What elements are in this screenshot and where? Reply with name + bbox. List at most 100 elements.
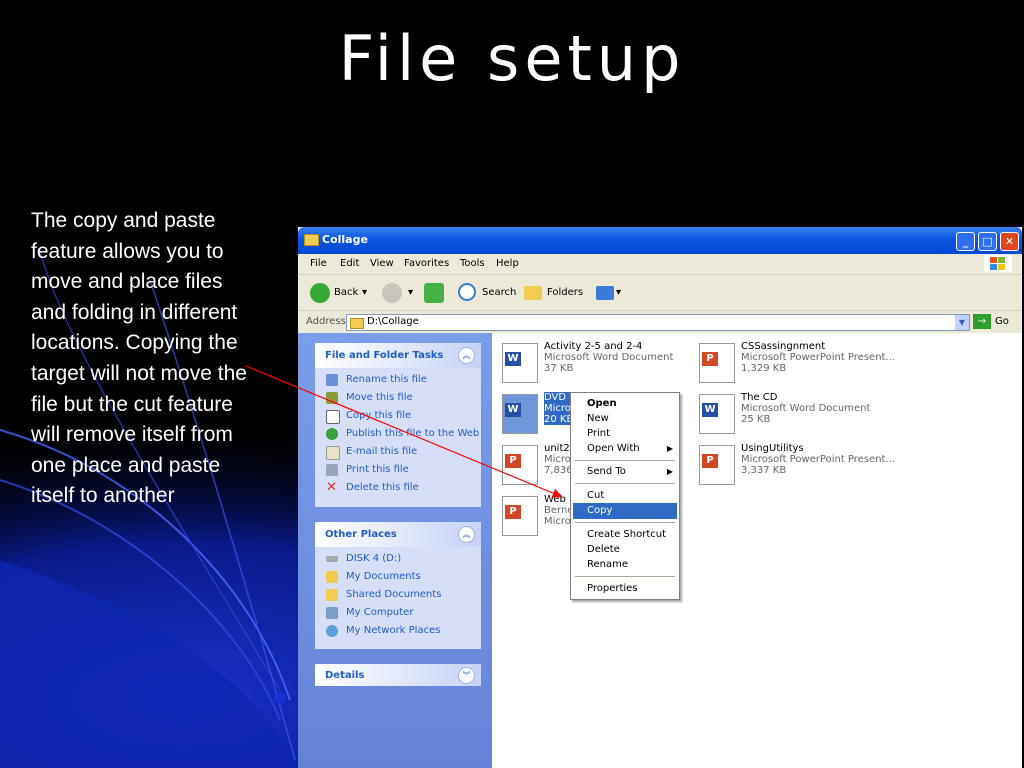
menu-help[interactable]: Help <box>496 258 519 269</box>
ctx-copy[interactable]: Copy <box>573 503 677 519</box>
panel-header[interactable]: File and Folder Tasks ︽ <box>315 343 481 368</box>
back-dropdown-icon[interactable]: ▾ <box>362 283 367 303</box>
context-menu: Open New Print Open With ▶ Send To ▶ Cut C… <box>570 392 680 600</box>
back-button[interactable]: Back <box>334 283 358 303</box>
file-item[interactable]: W The CD Microsoft Word Document 25 KB <box>699 392 889 438</box>
file-name: The CD <box>741 392 778 403</box>
panel-title: File and Folder Tasks <box>325 350 444 361</box>
views-dropdown-icon[interactable]: ▾ <box>616 283 621 303</box>
menu-separator <box>575 483 675 484</box>
ctx-cut[interactable]: Cut <box>573 488 677 504</box>
ctx-rename[interactable]: Rename <box>573 557 677 573</box>
collapse-icon[interactable]: ︽ <box>458 347 475 364</box>
file-item[interactable]: W Activity 2-5 and 2-4 Microsoft Word Do… <box>502 341 692 387</box>
window-title: Collage <box>322 233 368 246</box>
title-bar[interactable]: Collage _ □ ✕ <box>298 227 1022 254</box>
folder-icon <box>304 234 319 246</box>
menu-view[interactable]: View <box>370 258 394 269</box>
up-folder-icon[interactable] <box>424 283 444 303</box>
menu-favorites[interactable]: Favorites <box>404 258 449 269</box>
file-name: Web <box>544 494 566 505</box>
ctx-delete[interactable]: Delete <box>573 542 677 558</box>
ctx-create-shortcut[interactable]: Create Shortcut <box>573 527 677 543</box>
powerpoint-icon: P <box>502 445 538 485</box>
expand-icon[interactable]: ︾ <box>458 667 475 684</box>
menu-tools[interactable]: Tools <box>460 258 485 269</box>
panel-header[interactable]: Details ︾ <box>315 664 481 686</box>
menu-separator <box>575 522 675 523</box>
ctx-properties[interactable]: Properties <box>573 581 677 597</box>
powerpoint-icon: P <box>502 496 538 536</box>
menu-file[interactable]: File <box>310 258 327 269</box>
file-name: Activity 2-5 and 2-4 <box>544 341 643 352</box>
word-document-icon: W <box>699 394 735 434</box>
menu-separator <box>575 460 675 461</box>
explorer-window: Collage _ □ ✕ File Edit View Favorites T… <box>298 227 1022 768</box>
folders-icon[interactable] <box>524 286 542 300</box>
copy-icon <box>326 410 340 424</box>
file-name: DVD t <box>544 392 574 403</box>
file-type: Microsoft PowerPoint Present... <box>741 352 895 363</box>
file-type: Micro <box>544 403 571 414</box>
shared-folder-icon <box>326 589 338 601</box>
panel-title: Other Places <box>325 529 397 540</box>
address-field[interactable]: D:\Collage ▼ <box>346 314 970 331</box>
file-size: 3,337 KB <box>741 465 787 476</box>
file-item[interactable]: P CSSassingnment Microsoft PowerPoint Pr… <box>699 341 895 387</box>
forward-arrow-icon[interactable] <box>382 283 402 303</box>
details-panel: Details ︾ <box>315 664 481 686</box>
back-arrow-icon[interactable] <box>310 283 330 303</box>
rename-icon <box>326 374 338 386</box>
slide-title: File setup <box>338 22 686 95</box>
file-type: Microsoft Word Document <box>544 352 674 363</box>
minimize-button[interactable]: _ <box>956 232 975 251</box>
menu-edit[interactable]: Edit <box>340 258 359 269</box>
printer-icon <box>326 464 338 476</box>
folder-icon <box>350 318 364 329</box>
collapse-icon[interactable]: ︽ <box>458 526 475 543</box>
my-documents-icon <box>326 571 338 583</box>
submenu-arrow-icon: ▶ <box>666 444 673 453</box>
folders-button[interactable]: Folders <box>547 283 583 303</box>
address-label: Address <box>306 316 346 327</box>
panel-header[interactable]: Other Places ︽ <box>315 522 481 547</box>
go-button[interactable]: Go <box>995 316 1009 327</box>
toolbar: Back ▾ ▾ Search Folders ▾ <box>298 275 1022 311</box>
ctx-new[interactable]: New <box>573 411 677 427</box>
word-document-icon: W <box>502 394 538 434</box>
forward-dropdown-icon[interactable]: ▾ <box>408 283 413 303</box>
windows-logo-icon <box>984 255 1012 272</box>
word-document-icon: W <box>502 343 538 383</box>
delete-icon: ✕ <box>326 480 337 495</box>
computer-icon <box>326 607 338 619</box>
email-icon <box>326 446 340 460</box>
ctx-open-with[interactable]: Open With ▶ <box>573 441 677 457</box>
file-size: 25 KB <box>741 414 771 425</box>
powerpoint-icon: P <box>699 343 735 383</box>
search-button[interactable]: Search <box>482 283 516 303</box>
drive-icon <box>326 556 338 562</box>
close-button[interactable]: ✕ <box>1000 232 1019 251</box>
other-places-panel: Other Places ︽ DISK 4 (D:) My Documents … <box>315 522 481 649</box>
file-type: Microsoft Word Document <box>741 403 871 414</box>
powerpoint-icon: P <box>699 445 735 485</box>
go-arrow-icon[interactable]: → <box>973 314 991 329</box>
ctx-send-to[interactable]: Send To ▶ <box>573 464 677 480</box>
move-icon <box>326 392 338 404</box>
globe-icon <box>326 428 338 440</box>
ctx-open[interactable]: Open <box>573 396 677 412</box>
menu-bar: File Edit View Favorites Tools Help <box>298 254 1022 275</box>
file-folder-tasks-panel: File and Folder Tasks ︽ Rename this file… <box>315 343 481 507</box>
search-icon[interactable] <box>458 283 476 301</box>
submenu-arrow-icon: ▶ <box>666 467 673 476</box>
file-item[interactable]: P UsingUtilitys Microsoft PowerPoint Pre… <box>699 443 895 489</box>
views-icon[interactable] <box>596 286 614 300</box>
ctx-print[interactable]: Print <box>573 426 677 442</box>
file-name: UsingUtilitys <box>741 443 804 454</box>
panel-title: Details <box>325 670 365 681</box>
menu-separator <box>575 576 675 577</box>
maximize-button[interactable]: □ <box>978 232 997 251</box>
address-dropdown-icon[interactable]: ▼ <box>955 315 969 330</box>
address-value: D:\Collage <box>367 316 419 327</box>
slide-body-text: The copy and paste feature allows you to… <box>31 209 247 508</box>
